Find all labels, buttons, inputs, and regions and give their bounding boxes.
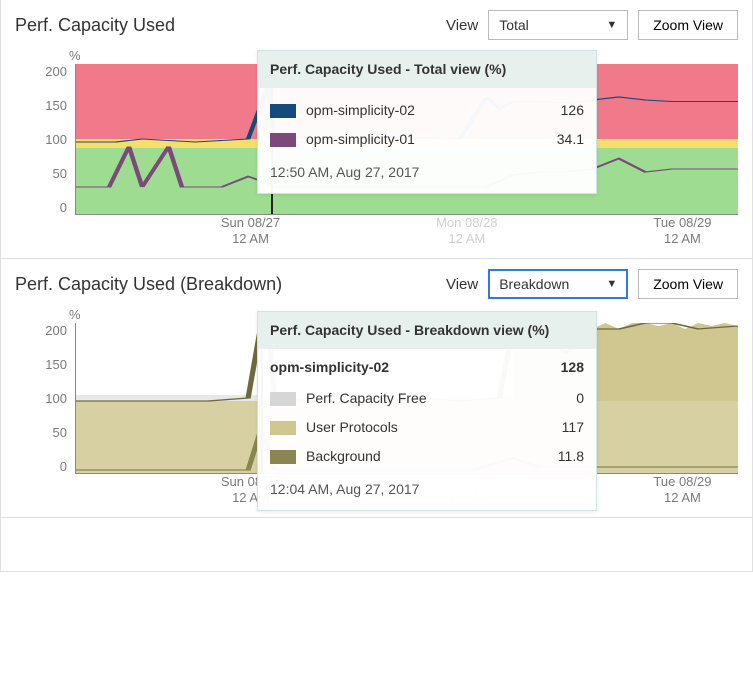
panel-perf-capacity-total: Perf. Capacity Used View Total ▼ Zoom Vi… bbox=[0, 0, 753, 259]
y-tick: 100 bbox=[45, 391, 67, 406]
x-axis: Sun 08/27 12 AM Mon 08/28 12 AM Tue 08/2… bbox=[75, 215, 738, 250]
hover-series-total: 128 bbox=[561, 357, 584, 378]
legend-value: 0 bbox=[534, 388, 584, 409]
x-tick-time: 12 AM bbox=[664, 231, 701, 247]
x-tick-time: 12 AM bbox=[448, 231, 485, 247]
swatch-icon bbox=[270, 104, 296, 118]
legend-name: Background bbox=[306, 446, 524, 467]
y-tick: 50 bbox=[53, 425, 67, 440]
zoom-view-button[interactable]: Zoom View bbox=[638, 10, 738, 40]
hover-timestamp: 12:50 AM, Aug 27, 2017 bbox=[270, 162, 584, 183]
hover-tooltip-breakdown: Perf. Capacity Used - Breakdown view (%)… bbox=[257, 311, 597, 511]
x-tick-date: Tue 08/29 bbox=[653, 215, 711, 231]
y-tick: 150 bbox=[45, 98, 67, 113]
legend-value: 117 bbox=[534, 417, 584, 438]
y-tick: 200 bbox=[45, 323, 67, 338]
x-tick-date: Mon 08/28 bbox=[436, 215, 497, 231]
y-tick: 150 bbox=[45, 357, 67, 372]
y-tick: 0 bbox=[60, 200, 67, 215]
view-select-value: Breakdown bbox=[499, 276, 569, 292]
view-select-value: Total bbox=[499, 17, 529, 33]
y-tick: 50 bbox=[53, 166, 67, 181]
legend-name: User Protocols bbox=[306, 417, 524, 438]
legend-name: Perf. Capacity Free bbox=[306, 388, 524, 409]
legend-name: opm-simplicity-02 bbox=[306, 100, 524, 121]
hover-series-name: opm-simplicity-02 bbox=[270, 357, 389, 378]
panel-header: Perf. Capacity Used View Total ▼ Zoom Vi… bbox=[1, 0, 752, 46]
swatch-icon bbox=[270, 421, 296, 435]
panel-title: Perf. Capacity Used (Breakdown) bbox=[15, 274, 436, 295]
panel-header: Perf. Capacity Used (Breakdown) View Bre… bbox=[1, 259, 752, 305]
hover-timestamp: 12:04 AM, Aug 27, 2017 bbox=[270, 479, 584, 500]
legend-row: Perf. Capacity Free 0 bbox=[270, 384, 584, 413]
legend-row: opm-simplicity-02 126 bbox=[270, 96, 584, 125]
x-tick-time: 12 AM bbox=[664, 490, 701, 506]
chevron-down-icon: ▼ bbox=[606, 278, 617, 290]
chevron-down-icon: ▼ bbox=[606, 19, 617, 31]
chart-breakdown[interactable]: % 200 150 100 50 0 bbox=[1, 305, 752, 517]
view-label: View bbox=[446, 17, 478, 34]
panel-perf-capacity-breakdown: Perf. Capacity Used (Breakdown) View Bre… bbox=[0, 259, 753, 518]
y-tick: 0 bbox=[60, 459, 67, 474]
swatch-icon bbox=[270, 133, 296, 147]
legend-row: User Protocols 117 bbox=[270, 413, 584, 442]
swatch-icon bbox=[270, 392, 296, 406]
view-label: View bbox=[446, 276, 478, 293]
chart-total[interactable]: % 200 150 100 50 0 bbox=[1, 46, 752, 258]
zoom-view-button[interactable]: Zoom View bbox=[638, 269, 738, 299]
legend-value: 126 bbox=[534, 100, 584, 121]
x-tick-date: Tue 08/29 bbox=[653, 474, 711, 490]
hover-tooltip-total: Perf. Capacity Used - Total view (%) opm… bbox=[257, 50, 597, 194]
y-tick: 100 bbox=[45, 132, 67, 147]
legend-row: Background 11.8 bbox=[270, 442, 584, 471]
empty-panel bbox=[0, 518, 753, 572]
legend-name: opm-simplicity-01 bbox=[306, 129, 524, 150]
view-select-breakdown[interactable]: Breakdown ▼ bbox=[488, 269, 628, 299]
hover-title: Perf. Capacity Used - Total view (%) bbox=[258, 51, 596, 88]
y-tick: 200 bbox=[45, 64, 67, 79]
swatch-icon bbox=[270, 450, 296, 464]
legend-value: 11.8 bbox=[534, 446, 584, 467]
y-axis: 200 150 100 50 0 bbox=[15, 50, 75, 250]
hover-title: Perf. Capacity Used - Breakdown view (%) bbox=[258, 312, 596, 349]
x-tick-date: Sun 08/27 bbox=[221, 215, 280, 231]
y-axis: 200 150 100 50 0 bbox=[15, 309, 75, 509]
view-select-total[interactable]: Total ▼ bbox=[488, 10, 628, 40]
legend-row: opm-simplicity-01 34.1 bbox=[270, 125, 584, 154]
x-tick-time: 12 AM bbox=[232, 231, 269, 247]
panel-title: Perf. Capacity Used bbox=[15, 15, 436, 36]
legend-value: 34.1 bbox=[534, 129, 584, 150]
